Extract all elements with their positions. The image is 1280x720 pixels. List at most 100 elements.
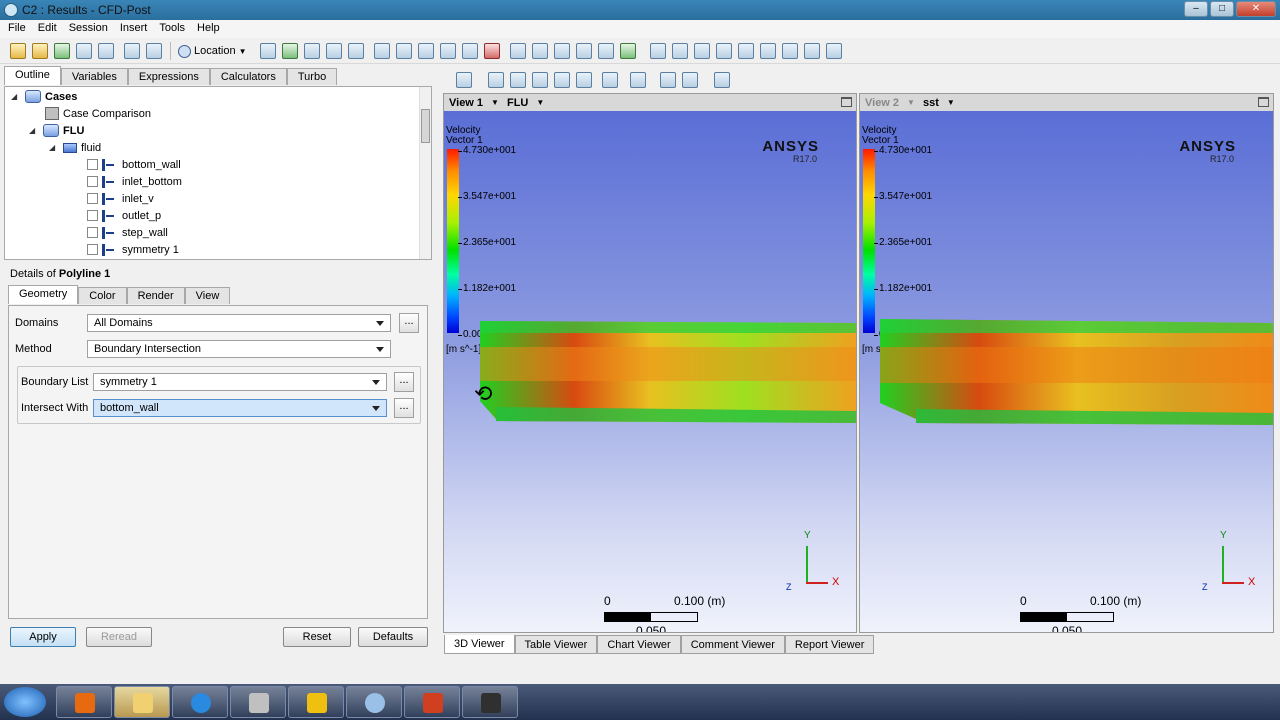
tree-item-boundary[interactable]: bottom_wall [87, 156, 181, 173]
select-icon[interactable] [456, 72, 472, 88]
view-name-dropdown[interactable]: View 2 [865, 97, 899, 109]
case-dropdown[interactable]: sst [923, 97, 939, 109]
function-calculator-icon[interactable] [738, 43, 754, 59]
menu-edit[interactable]: Edit [32, 20, 63, 38]
menu-tools[interactable]: Tools [153, 20, 191, 38]
tree-item-case-comparison[interactable]: Case Comparison [45, 105, 151, 122]
viewport-2[interactable]: View 2 ▼ sst ▼ Velocity Vector 1 4.730e+00… [859, 93, 1274, 633]
color-map-icon[interactable] [484, 43, 500, 59]
quick-editor-icon[interactable] [694, 43, 710, 59]
variable-icon[interactable] [510, 43, 526, 59]
tab-view[interactable]: View [184, 287, 231, 304]
reset-button[interactable]: Reset [283, 627, 351, 647]
tree-item-boundary[interactable]: step_wall [87, 224, 168, 241]
print-icon[interactable] [98, 43, 114, 59]
menu-help[interactable]: Help [191, 20, 226, 38]
zoom-icon[interactable] [532, 72, 548, 88]
boundary-list-browse-button[interactable]: ... [394, 372, 414, 392]
streamline-icon[interactable] [304, 43, 320, 59]
apply-button[interactable]: Apply [10, 627, 76, 647]
domains-browse-button[interactable]: ... [399, 313, 419, 333]
tab-render[interactable]: Render [126, 287, 185, 304]
figure-icon[interactable] [620, 43, 636, 59]
tree-item-boundary[interactable]: inlet_bottom [87, 173, 182, 190]
tree-item-fluid[interactable]: ◢ fluid [49, 139, 101, 156]
tab-expressions[interactable]: Expressions [127, 68, 210, 85]
taskbar-app-explorer[interactable] [114, 686, 170, 718]
tab-table-viewer[interactable]: Table Viewer [514, 635, 598, 654]
macro-icon[interactable] [760, 43, 776, 59]
tab-calculators[interactable]: Calculators [209, 68, 287, 85]
method-select[interactable]: Boundary Intersection [87, 340, 391, 358]
taskbar-app-tool[interactable] [230, 686, 286, 718]
menu-session[interactable]: Session [63, 20, 114, 38]
maximize-view-icon[interactable] [1258, 97, 1269, 107]
defaults-button[interactable]: Defaults [358, 627, 428, 647]
menu-insert[interactable]: Insert [114, 20, 154, 38]
tree-item-flu[interactable]: ◢ FLU [29, 122, 84, 139]
tree-item-boundary[interactable]: inlet_v [87, 190, 154, 207]
pan-icon[interactable] [510, 72, 526, 88]
fit-view-icon[interactable] [602, 72, 618, 88]
undo-icon[interactable] [124, 43, 140, 59]
visibility-checkbox[interactable] [87, 159, 98, 170]
expression-icon[interactable] [532, 43, 548, 59]
tab-chart-viewer[interactable]: Chart Viewer [597, 635, 681, 654]
tab-comment-viewer[interactable]: Comment Viewer [680, 635, 785, 654]
volume-render-icon[interactable] [348, 43, 364, 59]
location-dropdown[interactable]: Location ▼ [178, 42, 247, 60]
boundary-list-select[interactable]: symmetry 1 [93, 373, 387, 391]
timestep-icon[interactable] [650, 43, 666, 59]
taskbar-app-foxit[interactable] [56, 686, 112, 718]
tab-outline[interactable]: Outline [4, 66, 61, 85]
maximize-view-icon[interactable] [841, 97, 852, 107]
reread-button[interactable]: Reread [86, 627, 152, 647]
chart-icon[interactable] [576, 43, 592, 59]
legend-icon[interactable] [418, 43, 434, 59]
new-icon[interactable] [10, 43, 26, 59]
viewport-layout-icon[interactable] [630, 72, 646, 88]
taskbar-app-ie[interactable] [172, 686, 228, 718]
view-name-dropdown[interactable]: View 1 [449, 97, 483, 109]
case-comparison-icon[interactable] [782, 43, 798, 59]
collapse-icon[interactable]: ◢ [11, 92, 21, 101]
probe-icon[interactable] [716, 43, 732, 59]
clip-plane-icon[interactable] [462, 43, 478, 59]
animation-icon[interactable] [672, 43, 688, 59]
tree-item-boundary[interactable]: symmetry 1 [87, 241, 179, 258]
taskbar-app-camera[interactable] [462, 686, 518, 718]
comment-icon[interactable] [598, 43, 614, 59]
visibility-checkbox[interactable] [87, 193, 98, 204]
taskbar-app-cfdpost[interactable] [346, 686, 402, 718]
visibility-checkbox[interactable] [87, 210, 98, 221]
taskbar-app-office[interactable] [404, 686, 460, 718]
visibility-checkbox[interactable] [87, 244, 98, 255]
mesh-calculator-icon[interactable] [804, 43, 820, 59]
tab-color[interactable]: Color [78, 287, 127, 304]
reload-icon[interactable] [76, 43, 92, 59]
menu-file[interactable]: File [2, 20, 32, 38]
sync-cameras-icon[interactable] [660, 72, 676, 88]
3d-canvas[interactable]: Velocity Vector 1 4.730e+001 3.547e+001 … [860, 111, 1273, 632]
tree-scrollbar[interactable] [419, 87, 431, 259]
zoom-box-icon[interactable] [554, 72, 570, 88]
maximize-button[interactable]: □ [1210, 1, 1234, 17]
collapse-icon[interactable]: ◢ [49, 143, 59, 152]
tab-report-viewer[interactable]: Report Viewer [784, 635, 875, 654]
rotate-icon[interactable] [488, 72, 504, 88]
minimize-button[interactable]: – [1184, 1, 1208, 17]
close-button[interactable]: ✕ [1236, 1, 1276, 17]
sync-visibility-icon[interactable] [682, 72, 698, 88]
tab-3d-viewer[interactable]: 3D Viewer [444, 635, 515, 654]
start-button[interactable] [4, 687, 46, 717]
case-dropdown[interactable]: FLU [507, 97, 528, 109]
taskbar-app-ansys[interactable] [288, 686, 344, 718]
visibility-checkbox[interactable] [87, 176, 98, 187]
intersect-with-select[interactable]: bottom_wall [93, 399, 387, 417]
intersect-with-browse-button[interactable]: ... [394, 398, 414, 418]
instance-transform-icon[interactable] [440, 43, 456, 59]
visibility-checkbox[interactable] [87, 227, 98, 238]
collapse-icon[interactable]: ◢ [29, 126, 39, 135]
tree-item-boundary[interactable]: outlet_p [87, 207, 161, 224]
coord-frame-icon[interactable] [396, 43, 412, 59]
